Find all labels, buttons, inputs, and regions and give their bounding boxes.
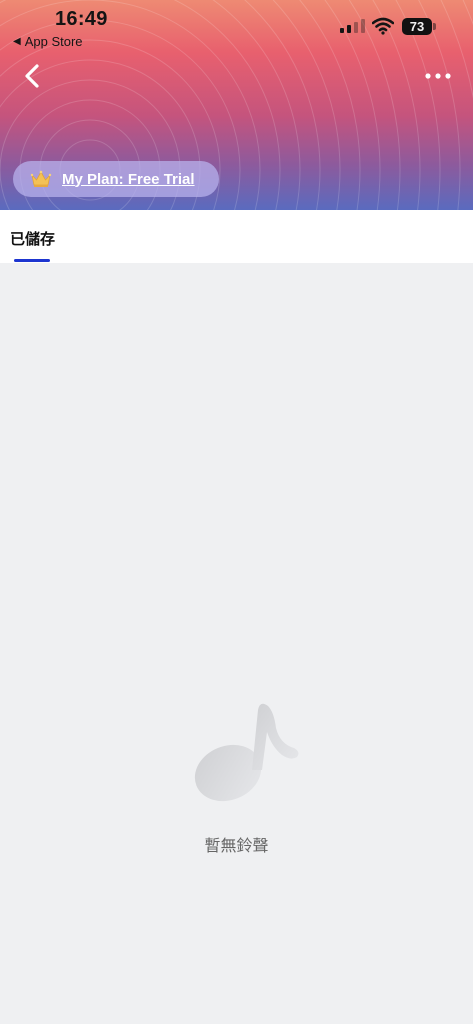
- back-app-label: App Store: [24, 34, 83, 49]
- my-plan-button[interactable]: My Plan: Free Trial: [13, 161, 219, 197]
- crown-icon: [30, 170, 52, 187]
- back-chevron-icon[interactable]: [20, 62, 44, 90]
- header-banner: 16:49 ◀ App Store 73 My Plan: Free Trial: [0, 0, 473, 210]
- wifi-icon: [372, 17, 394, 35]
- tab-saved[interactable]: 已儲存: [10, 228, 55, 249]
- battery-level: 73: [402, 18, 432, 35]
- empty-message: 暫無鈴聲: [204, 838, 269, 855]
- empty-state: 暫無鈴聲: [0, 263, 473, 1024]
- battery-icon: 73: [402, 18, 438, 36]
- tab-bar: 已儲存: [0, 210, 473, 263]
- cellular-signal-icon: [340, 19, 365, 33]
- active-tab-indicator: [14, 259, 50, 262]
- status-time: 16:49: [55, 8, 108, 30]
- music-note-icon: [194, 703, 299, 802]
- more-options-icon[interactable]: [424, 66, 452, 86]
- back-to-app-store[interactable]: ◀ App Store: [13, 34, 83, 49]
- status-bar: 16:49 ◀ App Store 73: [0, 0, 473, 50]
- my-plan-label: My Plan: Free Trial: [62, 170, 195, 188]
- back-triangle-icon: ◀: [13, 36, 21, 47]
